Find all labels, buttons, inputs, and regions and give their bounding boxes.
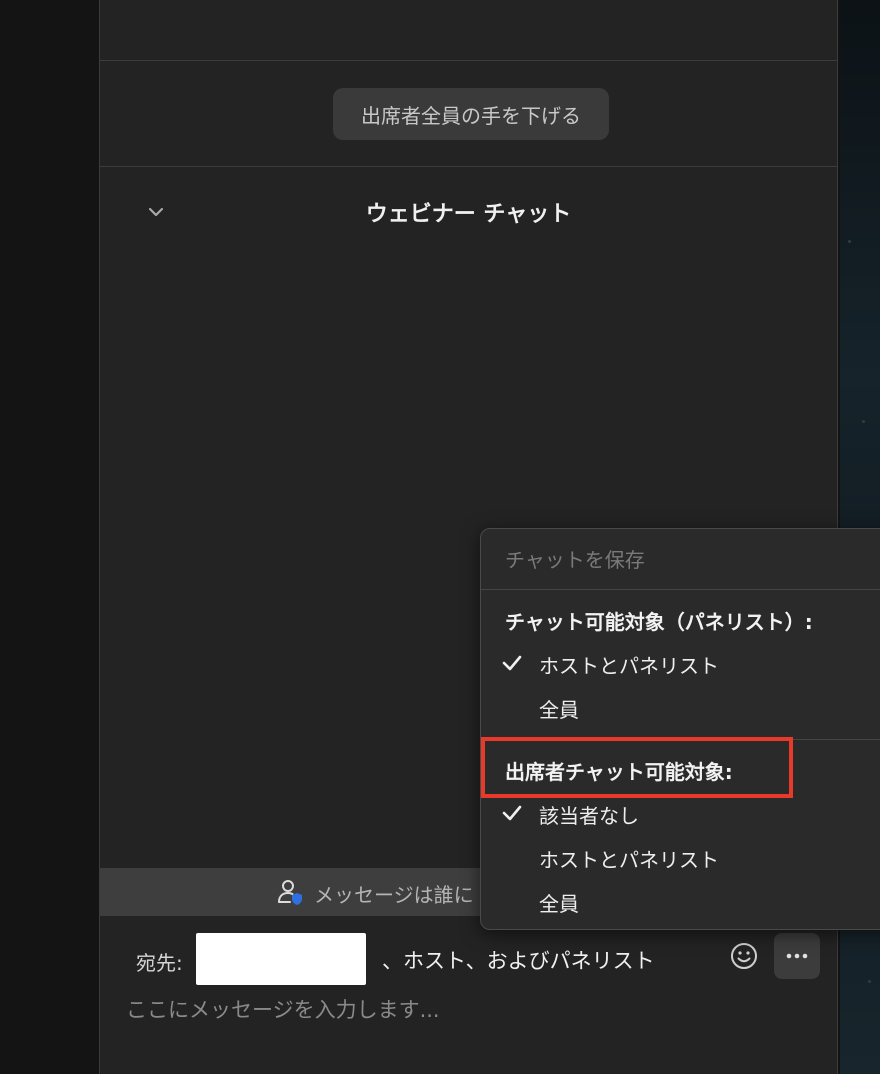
recipient-suffix: 、ホスト、およびパネリスト (382, 949, 655, 973)
visibility-text: メッセージは誰に (314, 883, 474, 907)
chat-options-menu: チャットを保存 チャット可能対象（パネリスト）: ホストとパネリスト 全員 出席… (480, 528, 880, 930)
menu-item-attendee-hosts-panelists[interactable]: ホストとパネリスト (539, 844, 719, 873)
more-icon (786, 953, 808, 959)
checkmark-icon (502, 655, 522, 671)
background-left (0, 0, 99, 1074)
panelist-section-header: チャット可能対象（パネリスト）: (505, 610, 813, 634)
checkmark-icon (502, 805, 522, 821)
menu-item-panelist-hosts-panelists[interactable]: ホストとパネリスト (539, 650, 719, 679)
menu-separator (481, 589, 880, 590)
person-shield-icon (278, 880, 302, 905)
highlight-box (481, 737, 793, 798)
to-label: 宛先: (136, 951, 183, 975)
lower-all-hands-button[interactable]: 出席者全員の手を下げる (333, 88, 609, 140)
chat-title: ウェビナー チャット (365, 202, 572, 227)
more-options-button[interactable] (774, 933, 820, 979)
recipient-selector[interactable] (196, 933, 366, 985)
section-divider (100, 166, 837, 167)
top-divider (100, 60, 837, 61)
menu-item-attendee-none[interactable]: 該当者なし (539, 800, 639, 829)
menu-item-attendee-everyone[interactable]: 全員 (539, 888, 579, 917)
menu-item-save-chat[interactable]: チャットを保存 (505, 544, 645, 573)
menu-item-panelist-everyone[interactable]: 全員 (539, 694, 579, 723)
message-input[interactable] (126, 990, 806, 1030)
emoji-icon[interactable] (728, 940, 760, 972)
